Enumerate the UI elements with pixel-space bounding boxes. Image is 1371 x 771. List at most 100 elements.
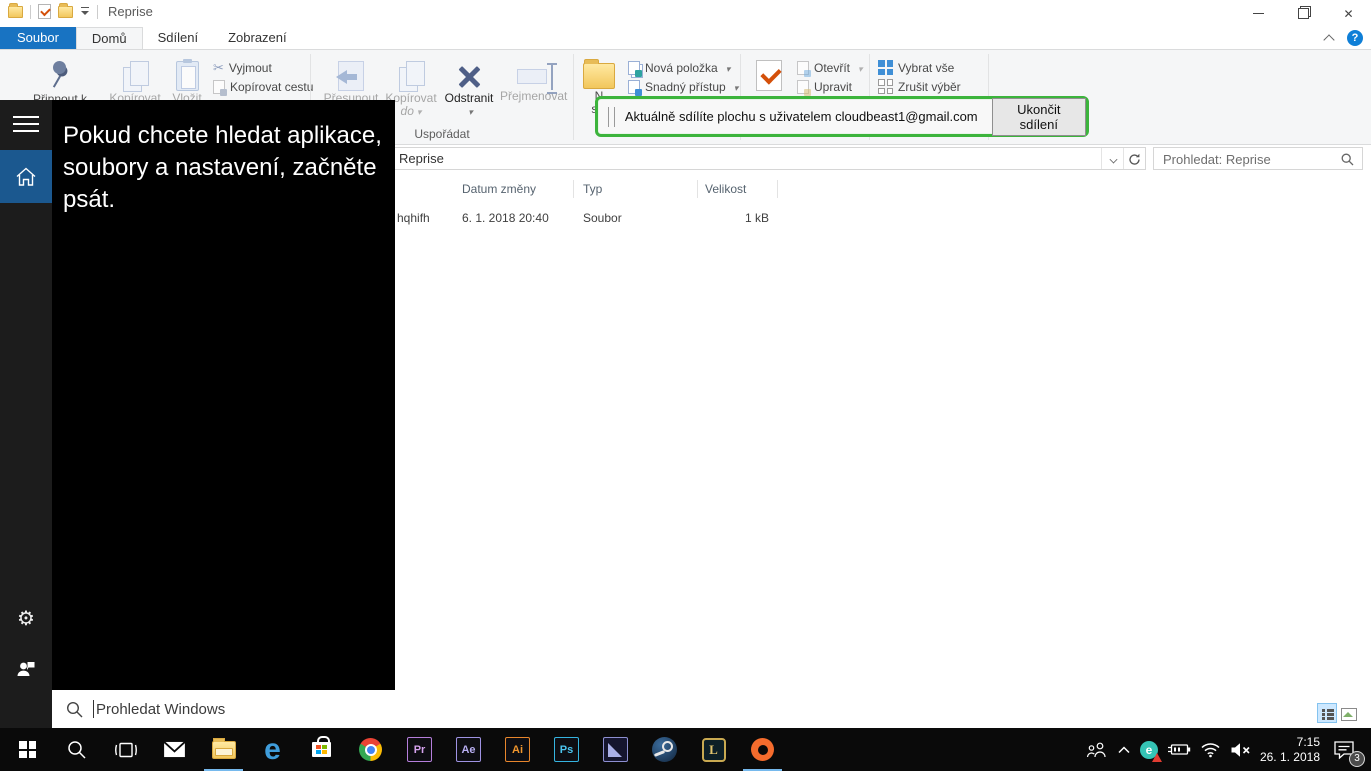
close-button[interactable] bbox=[1326, 0, 1371, 27]
tab-sdileni[interactable]: Sdílení bbox=[143, 27, 213, 49]
pin-to-quick-access-button[interactable]: Připnout k bbox=[18, 56, 102, 106]
search-icon[interactable] bbox=[1341, 153, 1354, 166]
minimize-button[interactable] bbox=[1236, 0, 1281, 27]
properties-button[interactable] bbox=[744, 56, 794, 92]
column-header-type[interactable]: Typ bbox=[583, 182, 602, 196]
help-button[interactable]: ? bbox=[1347, 30, 1363, 46]
after-effects-icon: Ae bbox=[456, 737, 481, 762]
copy-path-button[interactable]: Kopírovat cestu bbox=[213, 77, 313, 96]
search-box[interactable]: Prohledat: Reprise bbox=[1153, 147, 1363, 170]
easy-access-button[interactable]: Snadný přístup bbox=[628, 77, 738, 96]
chrome-button[interactable] bbox=[346, 728, 395, 771]
file-type: Soubor bbox=[583, 211, 622, 225]
open-button[interactable]: Otevřít bbox=[797, 58, 863, 77]
properties-quick-icon[interactable] bbox=[38, 4, 51, 19]
separator bbox=[97, 5, 98, 19]
league-of-legends-button[interactable]: L bbox=[689, 728, 738, 771]
taskbar-clock[interactable]: 7:15 26. 1. 2018 bbox=[1260, 735, 1324, 765]
column-header-size[interactable]: Velikost bbox=[705, 182, 746, 196]
photoshop-icon: Ps bbox=[554, 737, 579, 762]
minimize-ribbon-icon[interactable] bbox=[1323, 34, 1335, 42]
divider bbox=[1101, 148, 1102, 169]
file-explorer-button[interactable] bbox=[199, 728, 248, 771]
clear-selection-button[interactable]: Zrušit výběr bbox=[878, 77, 961, 96]
task-view-button[interactable] bbox=[101, 728, 150, 771]
people-tray-icon[interactable] bbox=[1086, 741, 1108, 758]
show-hidden-icons-chevron[interactable] bbox=[1117, 745, 1131, 754]
action-center-button[interactable]: 3 bbox=[1333, 740, 1365, 759]
search-panel-rail: ⚙ bbox=[0, 100, 52, 728]
new-item-button[interactable]: Nová položka bbox=[628, 58, 738, 77]
select-all-icon bbox=[878, 60, 893, 75]
eset-antivirus-icon[interactable]: e bbox=[1140, 741, 1158, 759]
column-separator[interactable] bbox=[777, 180, 778, 198]
window-controls bbox=[1236, 0, 1371, 27]
search-icon bbox=[66, 701, 83, 718]
chrome-icon bbox=[359, 738, 382, 761]
rename-icon bbox=[517, 69, 547, 84]
wifi-icon[interactable] bbox=[1200, 742, 1221, 758]
edit-icon bbox=[797, 80, 809, 94]
stop-sharing-button[interactable]: Ukončit sdílení bbox=[992, 98, 1086, 136]
title-bar[interactable]: Reprise bbox=[0, 0, 1371, 27]
premiere-icon: Pr bbox=[407, 737, 432, 762]
copy-path-icon bbox=[213, 80, 225, 94]
thumbnail-view-button[interactable] bbox=[1337, 703, 1357, 723]
banner-drag-handle-icon[interactable] bbox=[608, 107, 615, 127]
edit-button[interactable]: Upravit bbox=[797, 77, 863, 96]
tab-domu[interactable]: Domů bbox=[76, 27, 143, 49]
tab-zobrazeni[interactable]: Zobrazení bbox=[213, 27, 302, 49]
refresh-icon[interactable] bbox=[1128, 153, 1141, 169]
restore-button[interactable] bbox=[1281, 0, 1326, 27]
paste-button[interactable]: Vložit bbox=[164, 56, 210, 105]
settings-gear-icon[interactable]: ⚙ bbox=[0, 603, 52, 633]
cut-button[interactable]: ✂ Vyjmout bbox=[213, 58, 313, 77]
tab-soubor[interactable]: Soubor bbox=[0, 27, 76, 49]
taskbar-search-button[interactable] bbox=[52, 728, 101, 771]
move-to-icon bbox=[338, 61, 364, 91]
edge-icon: e bbox=[264, 735, 281, 765]
select-all-button[interactable]: Vybrat vše bbox=[878, 58, 961, 77]
origin-icon bbox=[751, 738, 774, 761]
rename-button[interactable]: Přejmenovat bbox=[500, 56, 564, 103]
premiere-pro-button[interactable]: Pr bbox=[395, 728, 444, 771]
easy-access-icon bbox=[628, 80, 640, 94]
battery-icon[interactable] bbox=[1167, 742, 1191, 757]
delete-button[interactable]: Odstranit bbox=[440, 56, 498, 119]
start-button[interactable] bbox=[3, 728, 52, 771]
column-separator[interactable] bbox=[697, 180, 698, 198]
after-effects-button[interactable]: Ae bbox=[444, 728, 493, 771]
column-header-date[interactable]: Datum změny bbox=[462, 182, 536, 196]
illustrator-button[interactable]: Ai bbox=[493, 728, 542, 771]
video-editor-button[interactable] bbox=[591, 728, 640, 771]
search-icon bbox=[67, 740, 86, 759]
hamburger-menu-icon[interactable] bbox=[13, 116, 39, 134]
volume-muted-icon[interactable] bbox=[1230, 742, 1251, 758]
feedback-person-icon[interactable] bbox=[0, 653, 52, 683]
mail-app-button[interactable] bbox=[150, 728, 199, 771]
scissors-icon: ✂ bbox=[213, 60, 224, 76]
search-placeholder: Prohledat: Reprise bbox=[1163, 152, 1271, 167]
new-folder-quick-icon[interactable] bbox=[58, 6, 73, 18]
file-name[interactable]: hqhifh bbox=[397, 211, 430, 225]
copy-button[interactable]: Kopírovat bbox=[106, 56, 164, 105]
home-button[interactable] bbox=[0, 150, 52, 203]
microsoft-store-button[interactable] bbox=[297, 728, 346, 771]
origin-button[interactable] bbox=[738, 728, 787, 771]
league-icon: L bbox=[702, 738, 726, 762]
home-icon bbox=[14, 165, 38, 189]
text-cursor bbox=[93, 700, 94, 718]
ribbon-tab-row: Soubor Domů Sdílení Zobrazení ? bbox=[0, 27, 1371, 49]
steam-button[interactable] bbox=[640, 728, 689, 771]
address-dropdown-icon[interactable] bbox=[1109, 156, 1118, 162]
customize-toolbar-caret-icon[interactable] bbox=[80, 7, 90, 17]
column-separator[interactable] bbox=[573, 180, 574, 198]
edge-browser-button[interactable]: e bbox=[248, 728, 297, 771]
windows-search-field[interactable]: Prohledat Windows bbox=[52, 690, 395, 728]
photoshop-button[interactable]: Ps bbox=[542, 728, 591, 771]
file-date-modified: 6. 1. 2018 20:40 bbox=[462, 211, 549, 225]
breadcrumb-path[interactable]: Reprise bbox=[399, 151, 444, 166]
properties-check-icon bbox=[756, 60, 782, 91]
copy-to-icon bbox=[399, 61, 423, 91]
details-view-button[interactable] bbox=[1317, 703, 1337, 723]
